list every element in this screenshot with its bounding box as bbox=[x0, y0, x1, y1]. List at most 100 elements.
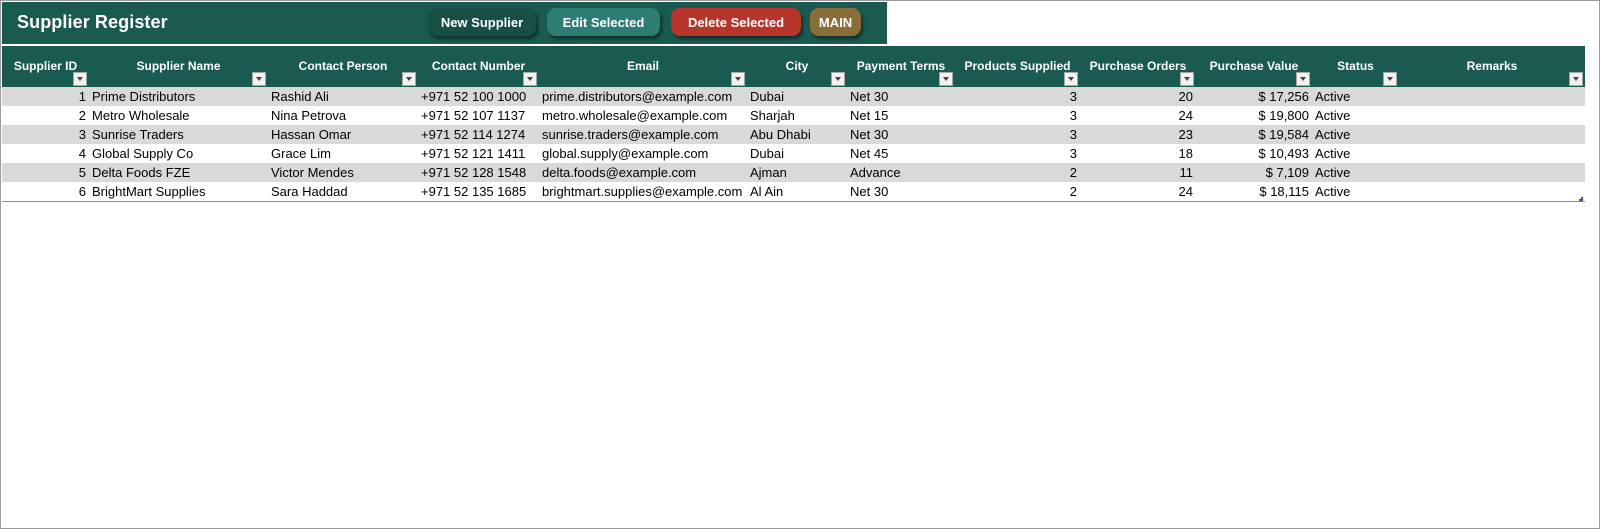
cell-contact-number[interactable]: +971 52 128 1548 bbox=[418, 163, 539, 182]
cell-city[interactable]: Abu Dhabi bbox=[747, 125, 847, 144]
cell-purchase-orders[interactable]: 18 bbox=[1080, 144, 1196, 163]
cell-supplier-id[interactable]: 2 bbox=[2, 106, 89, 125]
filter-dropdown-icon[interactable] bbox=[1064, 72, 1078, 86]
filter-dropdown-icon[interactable] bbox=[1569, 72, 1583, 86]
cell-purchase-orders[interactable]: 11 bbox=[1080, 163, 1196, 182]
main-button[interactable]: MAIN bbox=[810, 8, 861, 36]
column-header: City bbox=[747, 46, 847, 87]
cell-purchase-value[interactable]: $ 18,115 bbox=[1196, 182, 1312, 201]
cell-remarks[interactable] bbox=[1399, 144, 1585, 163]
cell-contact-person[interactable]: Grace Lim bbox=[268, 144, 418, 163]
column-header: Purchase Orders bbox=[1080, 46, 1196, 87]
cell-contact-person[interactable]: Rashid Ali bbox=[268, 87, 418, 106]
cell-contact-person[interactable]: Victor Mendes bbox=[268, 163, 418, 182]
cell-contact-person[interactable]: Nina Petrova bbox=[268, 106, 418, 125]
filter-dropdown-icon[interactable] bbox=[402, 72, 416, 86]
cell-purchase-orders[interactable]: 24 bbox=[1080, 106, 1196, 125]
filter-dropdown-icon[interactable] bbox=[1180, 72, 1194, 86]
cell-supplier-name[interactable]: Delta Foods FZE bbox=[89, 163, 268, 182]
filter-dropdown-icon[interactable] bbox=[1383, 72, 1397, 86]
delete-selected-button[interactable]: Delete Selected bbox=[671, 8, 801, 36]
cell-city[interactable]: Ajman bbox=[747, 163, 847, 182]
cell-products-supplied[interactable]: 2 bbox=[955, 163, 1080, 182]
cell-products-supplied[interactable]: 3 bbox=[955, 144, 1080, 163]
filter-dropdown-icon[interactable] bbox=[831, 72, 845, 86]
cell-status[interactable]: Active bbox=[1312, 144, 1399, 163]
cell-remarks[interactable] bbox=[1399, 87, 1585, 106]
cell-supplier-name[interactable]: Metro Wholesale bbox=[89, 106, 268, 125]
cell-supplier-name[interactable]: Global Supply Co bbox=[89, 144, 268, 163]
cell-email[interactable]: metro.wholesale@example.com bbox=[539, 106, 747, 125]
cell-city[interactable]: Dubai bbox=[747, 144, 847, 163]
cell-supplier-id[interactable]: 4 bbox=[2, 144, 89, 163]
cell-purchase-orders[interactable]: 23 bbox=[1080, 125, 1196, 144]
cell-products-supplied[interactable]: 3 bbox=[955, 87, 1080, 106]
cell-payment-terms[interactable]: Net 30 bbox=[847, 182, 955, 201]
cell-remarks[interactable] bbox=[1399, 163, 1585, 182]
cell-city[interactable]: Sharjah bbox=[747, 106, 847, 125]
cell-supplier-name[interactable]: BrightMart Supplies bbox=[89, 182, 268, 201]
cell-contact-number[interactable]: +971 52 114 1274 bbox=[418, 125, 539, 144]
cell-payment-terms[interactable]: Net 30 bbox=[847, 87, 955, 106]
cell-purchase-orders[interactable]: 20 bbox=[1080, 87, 1196, 106]
cell-payment-terms[interactable]: Net 15 bbox=[847, 106, 955, 125]
cell-email[interactable]: prime.distributors@example.com bbox=[539, 87, 747, 106]
cell-status[interactable]: Active bbox=[1312, 163, 1399, 182]
cell-payment-terms[interactable]: Net 30 bbox=[847, 125, 955, 144]
filter-dropdown-icon[interactable] bbox=[252, 72, 266, 86]
cell-payment-terms[interactable]: Net 45 bbox=[847, 144, 955, 163]
column-header: Supplier ID bbox=[2, 46, 89, 87]
cell-status[interactable]: Active bbox=[1312, 125, 1399, 144]
cell-contact-person[interactable]: Sara Haddad bbox=[268, 182, 418, 201]
worksheet-canvas: Supplier Register New Supplier Edit Sele… bbox=[0, 0, 1600, 529]
table-row[interactable]: 6 BrightMart Supplies Sara Haddad +971 5… bbox=[2, 182, 1585, 201]
cell-email[interactable]: global.supply@example.com bbox=[539, 144, 747, 163]
table-row[interactable]: 1 Prime Distributors Rashid Ali +971 52 … bbox=[2, 87, 1585, 106]
table-resize-handle[interactable] bbox=[1579, 197, 1583, 201]
filter-dropdown-icon[interactable] bbox=[1296, 72, 1310, 86]
cell-email[interactable]: brightmart.supplies@example.com bbox=[539, 182, 747, 201]
cell-products-supplied[interactable]: 3 bbox=[955, 125, 1080, 144]
column-header-label: Purchase Value bbox=[1209, 59, 1299, 73]
filter-dropdown-icon[interactable] bbox=[73, 72, 87, 86]
cell-products-supplied[interactable]: 3 bbox=[955, 106, 1080, 125]
cell-remarks[interactable] bbox=[1399, 106, 1585, 125]
cell-status[interactable]: Active bbox=[1312, 87, 1399, 106]
filter-dropdown-icon[interactable] bbox=[523, 72, 537, 86]
cell-contact-number[interactable]: +971 52 107 1137 bbox=[418, 106, 539, 125]
cell-purchase-value[interactable]: $ 19,584 bbox=[1196, 125, 1312, 144]
cell-contact-number[interactable]: +971 52 121 1411 bbox=[418, 144, 539, 163]
cell-products-supplied[interactable]: 2 bbox=[955, 182, 1080, 201]
cell-purchase-value[interactable]: $ 10,493 bbox=[1196, 144, 1312, 163]
edit-selected-button[interactable]: Edit Selected bbox=[547, 8, 660, 36]
cell-contact-number[interactable]: +971 52 135 1685 bbox=[418, 182, 539, 201]
cell-supplier-id[interactable]: 5 bbox=[2, 163, 89, 182]
cell-purchase-value[interactable]: $ 19,800 bbox=[1196, 106, 1312, 125]
table-row[interactable]: 5 Delta Foods FZE Victor Mendes +971 52 … bbox=[2, 163, 1585, 182]
cell-purchase-value[interactable]: $ 17,256 bbox=[1196, 87, 1312, 106]
cell-status[interactable]: Active bbox=[1312, 106, 1399, 125]
cell-city[interactable]: Al Ain bbox=[747, 182, 847, 201]
cell-email[interactable]: delta.foods@example.com bbox=[539, 163, 747, 182]
cell-purchase-orders[interactable]: 24 bbox=[1080, 182, 1196, 201]
cell-purchase-value[interactable]: $ 7,109 bbox=[1196, 163, 1312, 182]
table-row[interactable]: 4 Global Supply Co Grace Lim +971 52 121… bbox=[2, 144, 1585, 163]
cell-email[interactable]: sunrise.traders@example.com bbox=[539, 125, 747, 144]
table-row[interactable]: 2 Metro Wholesale Nina Petrova +971 52 1… bbox=[2, 106, 1585, 125]
cell-status[interactable]: Active bbox=[1312, 182, 1399, 201]
cell-supplier-id[interactable]: 3 bbox=[2, 125, 89, 144]
filter-dropdown-icon[interactable] bbox=[731, 72, 745, 86]
cell-supplier-name[interactable]: Prime Distributors bbox=[89, 87, 268, 106]
cell-city[interactable]: Dubai bbox=[747, 87, 847, 106]
new-supplier-button[interactable]: New Supplier bbox=[428, 8, 536, 36]
cell-contact-number[interactable]: +971 52 100 1000 bbox=[418, 87, 539, 106]
cell-supplier-id[interactable]: 6 bbox=[2, 182, 89, 201]
cell-supplier-id[interactable]: 1 bbox=[2, 87, 89, 106]
cell-remarks[interactable] bbox=[1399, 125, 1585, 144]
cell-contact-person[interactable]: Hassan Omar bbox=[268, 125, 418, 144]
table-row[interactable]: 3 Sunrise Traders Hassan Omar +971 52 11… bbox=[2, 125, 1585, 144]
filter-dropdown-icon[interactable] bbox=[939, 72, 953, 86]
cell-supplier-name[interactable]: Sunrise Traders bbox=[89, 125, 268, 144]
cell-remarks[interactable] bbox=[1399, 182, 1585, 201]
cell-payment-terms[interactable]: Advance bbox=[847, 163, 955, 182]
